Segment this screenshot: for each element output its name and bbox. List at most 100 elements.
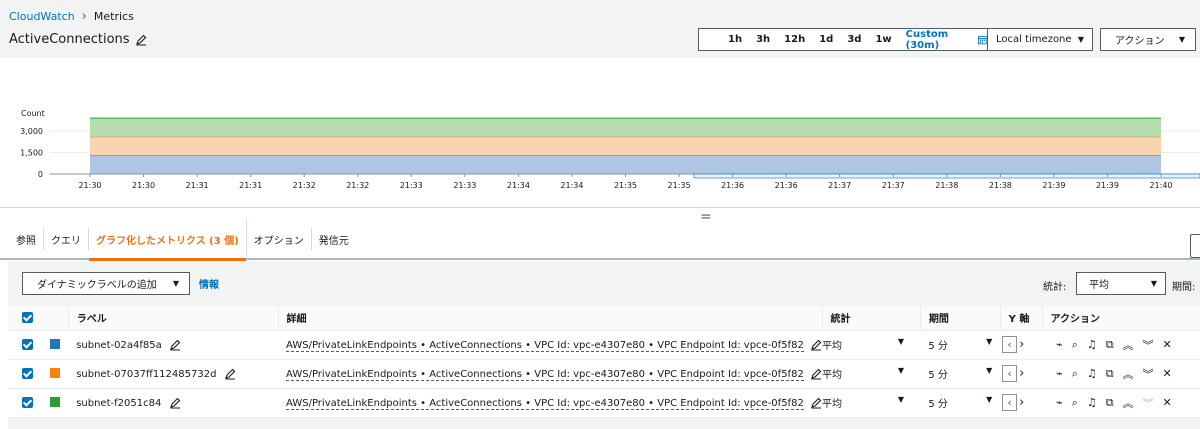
x-tick-label: 21:33: [453, 181, 476, 190]
caret-down-icon: ▼: [897, 366, 904, 375]
select-all-checkbox[interactable]: [22, 312, 33, 323]
tab-graphed-metrics[interactable]: グラフ化したメトリクス (3 個): [89, 219, 247, 261]
y-axis-toggle[interactable]: ‹ ›: [1002, 365, 1024, 382]
row-stat-value: 平均: [822, 341, 842, 352]
x-tick-label: 21:33: [400, 181, 423, 190]
edit-pencil-icon[interactable]: [135, 34, 147, 46]
row-stat-select[interactable]: 平均 ▼: [822, 366, 904, 381]
row-label[interactable]: subnet-07037ff112485732d: [76, 369, 216, 380]
chevron-left-icon[interactable]: ‹: [1002, 394, 1018, 411]
row-period-select[interactable]: 5 分 ▼: [928, 395, 992, 410]
edit-pencil-icon[interactable]: [810, 397, 822, 409]
row-label[interactable]: subnet-02a4f85a: [76, 340, 162, 351]
bell-icon[interactable]: ♫: [1087, 367, 1097, 380]
col-period[interactable]: 期間: [919, 306, 1001, 331]
move-down-icon[interactable]: ︾: [1143, 366, 1154, 382]
row-checkbox[interactable]: [22, 367, 33, 379]
search-icon[interactable]: ⌕: [1072, 367, 1078, 381]
row-details[interactable]: AWS/PrivateLinkEndpoints • ActiveConnect…: [286, 368, 804, 381]
bell-icon[interactable]: ♫: [1087, 338, 1097, 351]
y-axis-toggle[interactable]: ‹ ›: [1002, 336, 1024, 353]
table-row: subnet-07037ff112485732d AWS/PrivateLink…: [8, 359, 1200, 389]
move-up-icon[interactable]: ︽: [1123, 395, 1134, 411]
sparkline-icon[interactable]: ⌁: [1056, 338, 1063, 351]
col-details[interactable]: 詳細: [277, 306, 822, 331]
sparkline-icon[interactable]: ⌁: [1056, 367, 1063, 380]
close-icon[interactable]: ✕: [1163, 396, 1172, 409]
y-axis-toggle[interactable]: ‹ ›: [1002, 394, 1024, 411]
row-label[interactable]: subnet-f2051c84: [76, 398, 161, 409]
chevron-right-icon[interactable]: ›: [1019, 366, 1024, 381]
row-details[interactable]: AWS/PrivateLinkEndpoints • ActiveConnect…: [286, 339, 804, 352]
color-swatch[interactable]: [49, 397, 60, 407]
row-checkbox[interactable]: [22, 396, 33, 408]
range-3h[interactable]: 3h: [749, 34, 777, 45]
metrics-table: ラベル 詳細 統計 期間 Y 軸 アクション subnet-02a4f85a A…: [8, 306, 1200, 418]
copy-icon[interactable]: ⧉: [1106, 396, 1114, 410]
color-swatch[interactable]: [49, 339, 60, 349]
bell-icon[interactable]: ♫: [1087, 396, 1097, 409]
row-stat-select[interactable]: 平均 ▼: [822, 337, 904, 352]
x-tick-label: 21:40: [1149, 181, 1172, 190]
x-tick-label: 21:36: [721, 181, 744, 190]
add-dynamic-label-button[interactable]: ダイナミックラベルの追加 ▼: [22, 272, 190, 295]
metric-chart[interactable]: Count 3,000 1,500 0 21:30 21:30 21:31 21:31 21:3…: [8, 58, 1200, 208]
side-panel-toggle[interactable]: [1190, 234, 1200, 258]
move-down-icon[interactable]: ︾: [1143, 337, 1154, 353]
statistic-label: 統計:: [1043, 282, 1067, 293]
page-title: ActiveConnections: [9, 32, 147, 47]
tab-options[interactable]: オプション: [247, 228, 312, 250]
col-label[interactable]: ラベル: [67, 306, 279, 331]
caret-down-icon: ▼: [172, 279, 179, 288]
search-icon[interactable]: ⌕: [1072, 338, 1078, 352]
chevron-right-icon[interactable]: ›: [1019, 337, 1024, 352]
range-custom[interactable]: Custom (30m): [899, 29, 979, 51]
row-period-select[interactable]: 5 分 ▼: [928, 366, 992, 381]
chevron-left-icon[interactable]: ‹: [1002, 365, 1018, 382]
move-down-icon[interactable]: ︾: [1143, 395, 1154, 411]
statistic-select[interactable]: 平均 ▼: [1076, 272, 1166, 295]
info-link[interactable]: 情報: [199, 276, 219, 291]
row-stat-select[interactable]: 平均 ▼: [822, 395, 904, 410]
chevron-right-icon[interactable]: ›: [1019, 395, 1024, 410]
row-period-value: 5 分: [928, 399, 948, 410]
range-3d[interactable]: 3d: [840, 34, 868, 45]
x-tick-label: 21:36: [775, 181, 798, 190]
range-1d[interactable]: 1d: [812, 34, 840, 45]
edit-pencil-icon[interactable]: [810, 368, 822, 380]
edit-pencil-icon[interactable]: [810, 339, 822, 351]
x-tick-label: 21:37: [882, 181, 905, 190]
area-subnet-f2051c84: [90, 118, 1161, 137]
range-1h[interactable]: 1h: [721, 34, 749, 45]
copy-icon[interactable]: ⧉: [1106, 338, 1114, 352]
row-period-select[interactable]: 5 分 ▼: [928, 337, 992, 352]
close-icon[interactable]: ✕: [1163, 367, 1172, 380]
copy-icon[interactable]: ⧉: [1106, 367, 1114, 381]
tab-query[interactable]: クエリ: [44, 228, 89, 250]
color-swatch[interactable]: [49, 368, 60, 378]
x-tick-label: 21:38: [989, 181, 1012, 190]
edit-pencil-icon[interactable]: [169, 339, 181, 351]
row-details[interactable]: AWS/PrivateLinkEndpoints • ActiveConnect…: [286, 397, 804, 410]
row-checkbox[interactable]: [22, 338, 33, 350]
timezone-dropdown[interactable]: Local timezone ▼: [987, 28, 1093, 51]
chevron-left-icon[interactable]: ‹: [1002, 336, 1018, 353]
move-up-icon[interactable]: ︽: [1123, 337, 1134, 353]
edit-pencil-icon[interactable]: [224, 368, 236, 380]
col-yaxis[interactable]: Y 軸: [999, 306, 1043, 331]
range-1w[interactable]: 1w: [868, 34, 898, 45]
range-12h[interactable]: 12h: [777, 34, 812, 45]
close-icon[interactable]: ✕: [1163, 338, 1172, 351]
move-up-icon[interactable]: ︽: [1123, 366, 1134, 382]
tab-source[interactable]: 発信元: [312, 228, 356, 250]
x-tick-label: 21:34: [560, 181, 583, 190]
sparkline-icon[interactable]: ⌁: [1056, 396, 1063, 409]
actions-dropdown[interactable]: アクション ▼: [1100, 28, 1196, 51]
search-icon[interactable]: ⌕: [1072, 396, 1078, 410]
edit-pencil-icon[interactable]: [169, 397, 181, 409]
caret-down-icon: ▼: [986, 395, 993, 404]
calendar-icon[interactable]: [978, 35, 987, 45]
tab-browse[interactable]: 参照: [0, 228, 44, 250]
breadcrumb-cloudwatch-link[interactable]: CloudWatch: [9, 10, 75, 23]
col-stat[interactable]: 統計: [821, 306, 921, 331]
